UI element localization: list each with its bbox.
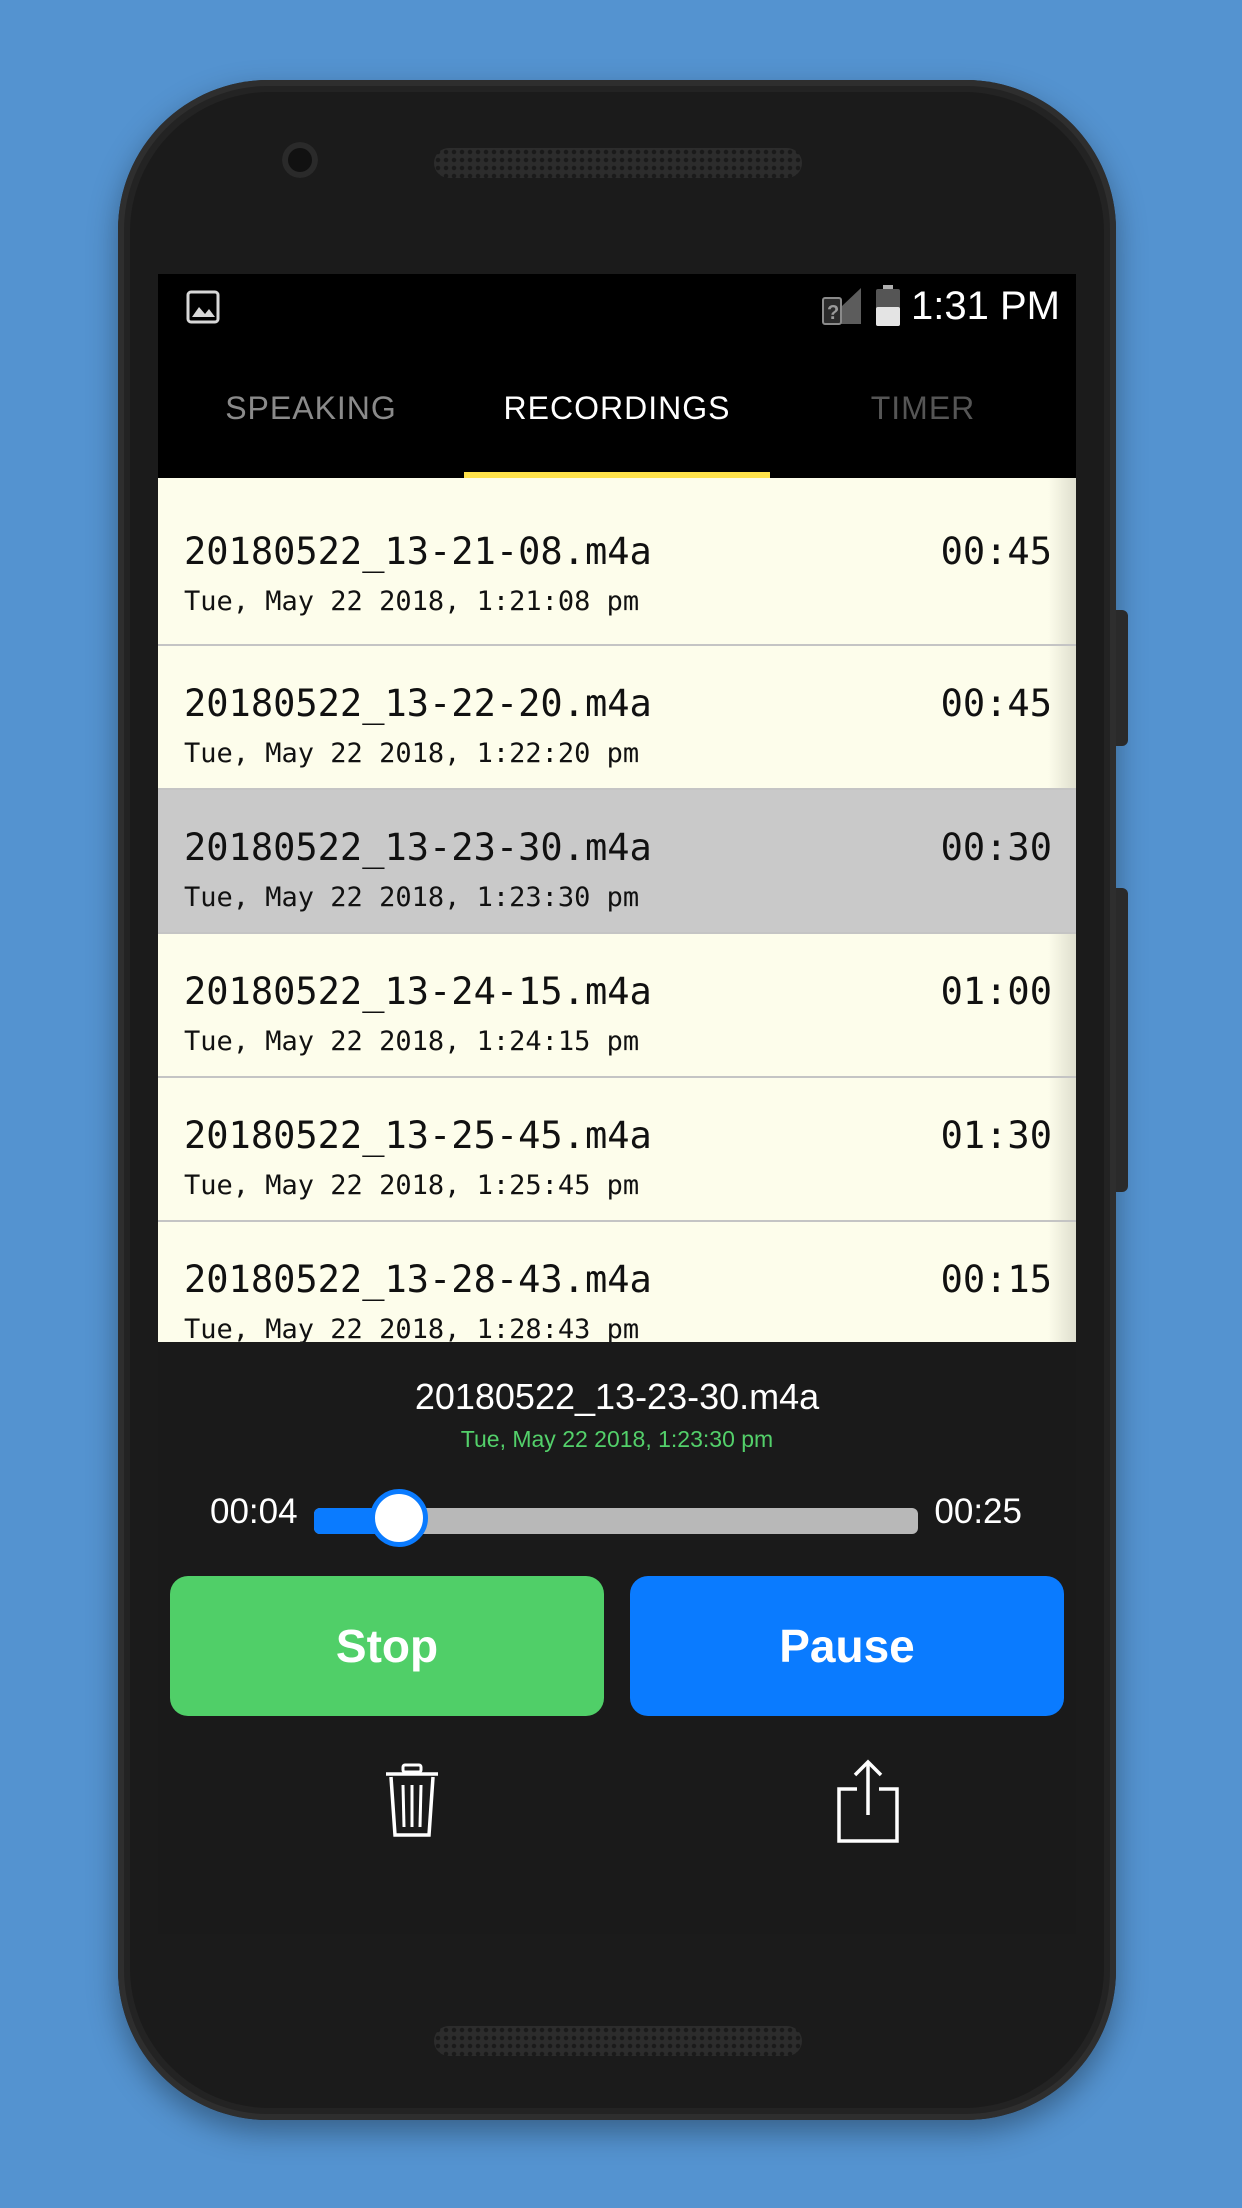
status-right-group: ? 1:31 PM xyxy=(819,280,1060,332)
list-item[interactable]: 20180522_13-25-45.m4a Tue, May 22 2018, … xyxy=(158,1078,1076,1222)
stop-button[interactable]: Stop xyxy=(170,1576,604,1716)
recording-date: Tue, May 22 2018, 1:22:20 pm xyxy=(184,738,640,769)
recording-date: Tue, May 22 2018, 1:21:08 pm xyxy=(184,586,640,617)
recording-filename: 20180522_13-25-45.m4a xyxy=(184,1114,652,1157)
recording-filename: 20180522_13-24-15.m4a xyxy=(184,970,652,1013)
row-edge-shade xyxy=(1048,646,1076,788)
image-notification-icon xyxy=(186,290,220,324)
recording-duration: 01:00 xyxy=(940,970,1052,1013)
battery-icon xyxy=(876,285,901,326)
row-edge-shade xyxy=(1048,478,1076,644)
elapsed-time: 00:04 xyxy=(210,1492,298,1531)
remaining-time: 00:25 xyxy=(934,1492,1022,1531)
recording-duration: 00:45 xyxy=(940,682,1052,725)
row-edge-shade xyxy=(1048,1078,1076,1220)
player-panel: 20180522_13-23-30.m4a Tue, May 22 2018, … xyxy=(158,1342,1076,1934)
tab-timer[interactable]: TIMER xyxy=(770,338,1076,478)
recording-date: Tue, May 22 2018, 1:24:15 pm xyxy=(184,1026,640,1057)
recording-duration: 00:30 xyxy=(940,826,1052,869)
recording-date: Tue, May 22 2018, 1:28:43 pm xyxy=(184,1314,640,1345)
recording-date: Tue, May 22 2018, 1:25:45 pm xyxy=(184,1170,640,1201)
tab-bar: SPEAKING RECORDINGS TIMER xyxy=(158,338,1076,478)
recording-filename: 20180522_13-23-30.m4a xyxy=(184,826,652,869)
list-item[interactable]: 20180522_13-21-08.m4a Tue, May 22 2018, … xyxy=(158,478,1076,646)
volume-button xyxy=(1116,610,1128,746)
tab-recordings[interactable]: RECORDINGS xyxy=(464,338,770,478)
pause-button[interactable]: Pause xyxy=(630,1576,1064,1716)
app-screen: ? 1:31 PM SPEAKING RECORDINGS TIMER 2018… xyxy=(158,274,1076,1934)
no-sim-signal-icon: ? xyxy=(822,288,862,325)
svg-text:?: ? xyxy=(827,302,839,324)
power-button xyxy=(1116,888,1128,1192)
recording-duration: 00:45 xyxy=(940,530,1052,573)
front-camera xyxy=(282,142,318,178)
status-time: 1:31 PM xyxy=(911,283,1060,328)
row-edge-shade xyxy=(1048,934,1076,1076)
delete-button[interactable] xyxy=(372,1756,452,1846)
seek-bar-thumb[interactable] xyxy=(369,1489,428,1547)
recording-filename: 20180522_13-28-43.m4a xyxy=(184,1258,652,1301)
recording-duration: 01:30 xyxy=(940,1114,1052,1157)
status-bar: ? 1:31 PM xyxy=(158,274,1076,338)
trash-icon xyxy=(386,1763,438,1837)
recording-duration: 00:15 xyxy=(940,1258,1052,1301)
list-item[interactable]: 20180522_13-24-15.m4a Tue, May 22 2018, … xyxy=(158,934,1076,1078)
share-button[interactable] xyxy=(828,1756,908,1846)
bottom-speaker-grille xyxy=(434,2026,802,2056)
share-icon xyxy=(837,1759,899,1843)
now-playing-filename: 20180522_13-23-30.m4a xyxy=(414,1376,820,1417)
recording-filename: 20180522_13-21-08.m4a xyxy=(184,530,652,573)
top-speaker-grille xyxy=(434,148,802,178)
tab-speaking[interactable]: SPEAKING xyxy=(158,338,464,478)
recording-filename: 20180522_13-22-20.m4a xyxy=(184,682,652,725)
now-playing-date: Tue, May 22 2018, 1:23:30 pm xyxy=(460,1426,774,1452)
list-item[interactable]: 20180522_13-22-20.m4a Tue, May 22 2018, … xyxy=(158,646,1076,790)
recordings-list[interactable]: 20180522_13-21-08.m4a Tue, May 22 2018, … xyxy=(158,478,1076,1366)
recording-date: Tue, May 22 2018, 1:23:30 pm xyxy=(184,882,640,913)
list-item-selected[interactable]: 20180522_13-23-30.m4a Tue, May 22 2018, … xyxy=(158,790,1076,934)
